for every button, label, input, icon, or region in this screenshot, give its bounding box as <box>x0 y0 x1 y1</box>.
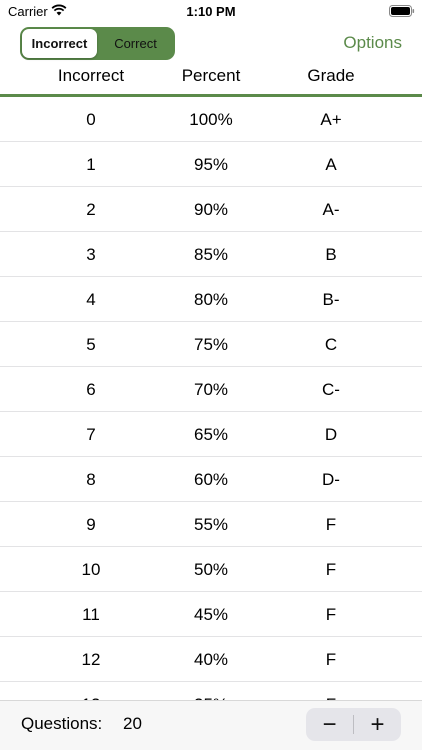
cell-grade: A- <box>322 200 340 219</box>
cell-percent: 75% <box>193 335 229 354</box>
cell-incorrect: 3 <box>86 245 96 264</box>
table-row[interactable]: 12 40% F <box>0 637 422 682</box>
cell-grade: D- <box>322 470 340 489</box>
cell-grade: D <box>324 425 338 444</box>
cell-percent: 70% <box>193 380 229 399</box>
cell-grade: A+ <box>320 110 342 129</box>
increment-button[interactable]: + <box>354 708 401 741</box>
cell-percent: 55% <box>193 515 229 534</box>
table-row[interactable]: 2 90% A- <box>0 187 422 232</box>
cell-grade: B- <box>322 290 340 309</box>
cell-incorrect: 2 <box>86 200 96 219</box>
table-row[interactable]: 7 65% D <box>0 412 422 457</box>
cell-incorrect: 12 <box>81 650 101 669</box>
cell-grade: F <box>261 682 401 700</box>
table-row[interactable]: 10 50% F <box>0 547 422 592</box>
cell-grade: F <box>325 605 337 624</box>
cell-incorrect: 8 <box>86 470 96 489</box>
header-incorrect: Incorrect <box>57 66 125 85</box>
table-row[interactable]: 0 100% A+ <box>0 97 422 142</box>
questions-label: Questions: <box>21 714 103 733</box>
battery-icon <box>389 5 415 20</box>
cell-percent: 95% <box>193 155 229 174</box>
table-row[interactable]: 11 45% F <box>0 592 422 637</box>
questions-stepper: − + <box>306 708 401 741</box>
cell-percent: 35% <box>141 682 281 700</box>
questions-value: 20 <box>123 714 142 733</box>
cell-percent: 100% <box>189 110 233 129</box>
table-row[interactable]: 6 70% C- <box>0 367 422 412</box>
cell-grade: F <box>325 560 337 579</box>
cell-percent: 90% <box>193 200 229 219</box>
cell-incorrect: 9 <box>86 515 96 534</box>
decrement-button[interactable]: − <box>306 708 353 741</box>
bottom-toolbar: Questions: 20 − + <box>0 700 422 750</box>
header-grade: Grade <box>307 66 355 85</box>
app-screen: Carrier 1:10 PM Incorrect Correct Option… <box>0 0 422 750</box>
cell-grade: C- <box>322 380 340 399</box>
cell-incorrect: 1 <box>86 155 96 174</box>
cell-incorrect: 5 <box>86 335 96 354</box>
table-row[interactable]: 3 85% B <box>0 232 422 277</box>
cell-percent: 45% <box>193 605 229 624</box>
cell-incorrect: 4 <box>86 290 96 309</box>
table-row[interactable]: 8 60% D- <box>0 457 422 502</box>
table-row[interactable]: 4 80% B- <box>0 277 422 322</box>
cell-percent: 85% <box>193 245 229 264</box>
table-row[interactable]: 9 55% F <box>0 502 422 547</box>
cell-incorrect: 6 <box>86 380 96 399</box>
status-bar: Carrier 1:10 PM <box>0 0 422 22</box>
cell-grade: B <box>325 245 337 264</box>
cell-incorrect: 10 <box>81 560 101 579</box>
cell-grade: C <box>324 335 338 354</box>
grade-table[interactable]: 0 100% A+ 1 95% A 2 90% A- 3 85% B 4 80% B- 5 75% C 6 70% C-… <box>0 97 422 700</box>
table-row[interactable]: 5 75% C <box>0 322 422 367</box>
cell-incorrect: 7 <box>86 425 96 444</box>
segment-correct[interactable]: Correct <box>98 29 173 58</box>
header-percent: Percent <box>181 66 241 85</box>
cell-percent: 80% <box>193 290 229 309</box>
segment-incorrect[interactable]: Incorrect <box>22 29 97 58</box>
cell-percent: 60% <box>193 470 229 489</box>
clock-time: 1:10 PM <box>186 4 236 19</box>
column-headers: Incorrect Percent Grade <box>0 64 422 94</box>
cell-percent: 40% <box>193 650 229 669</box>
cell-incorrect: 13 <box>21 682 161 700</box>
cell-incorrect: 0 <box>86 110 96 129</box>
cell-percent: 65% <box>193 425 229 444</box>
cell-percent: 50% <box>193 560 229 579</box>
cell-grade: F <box>325 650 337 669</box>
cell-incorrect: 11 <box>82 605 100 624</box>
cell-grade: A <box>325 155 337 174</box>
table-row[interactable]: 1335%F <box>0 682 422 700</box>
table-row[interactable]: 1 95% A <box>0 142 422 187</box>
options-button[interactable]: Options <box>343 33 402 53</box>
cell-grade: F <box>325 515 337 534</box>
incorrect-correct-segmented-control: Incorrect Correct <box>20 27 175 60</box>
